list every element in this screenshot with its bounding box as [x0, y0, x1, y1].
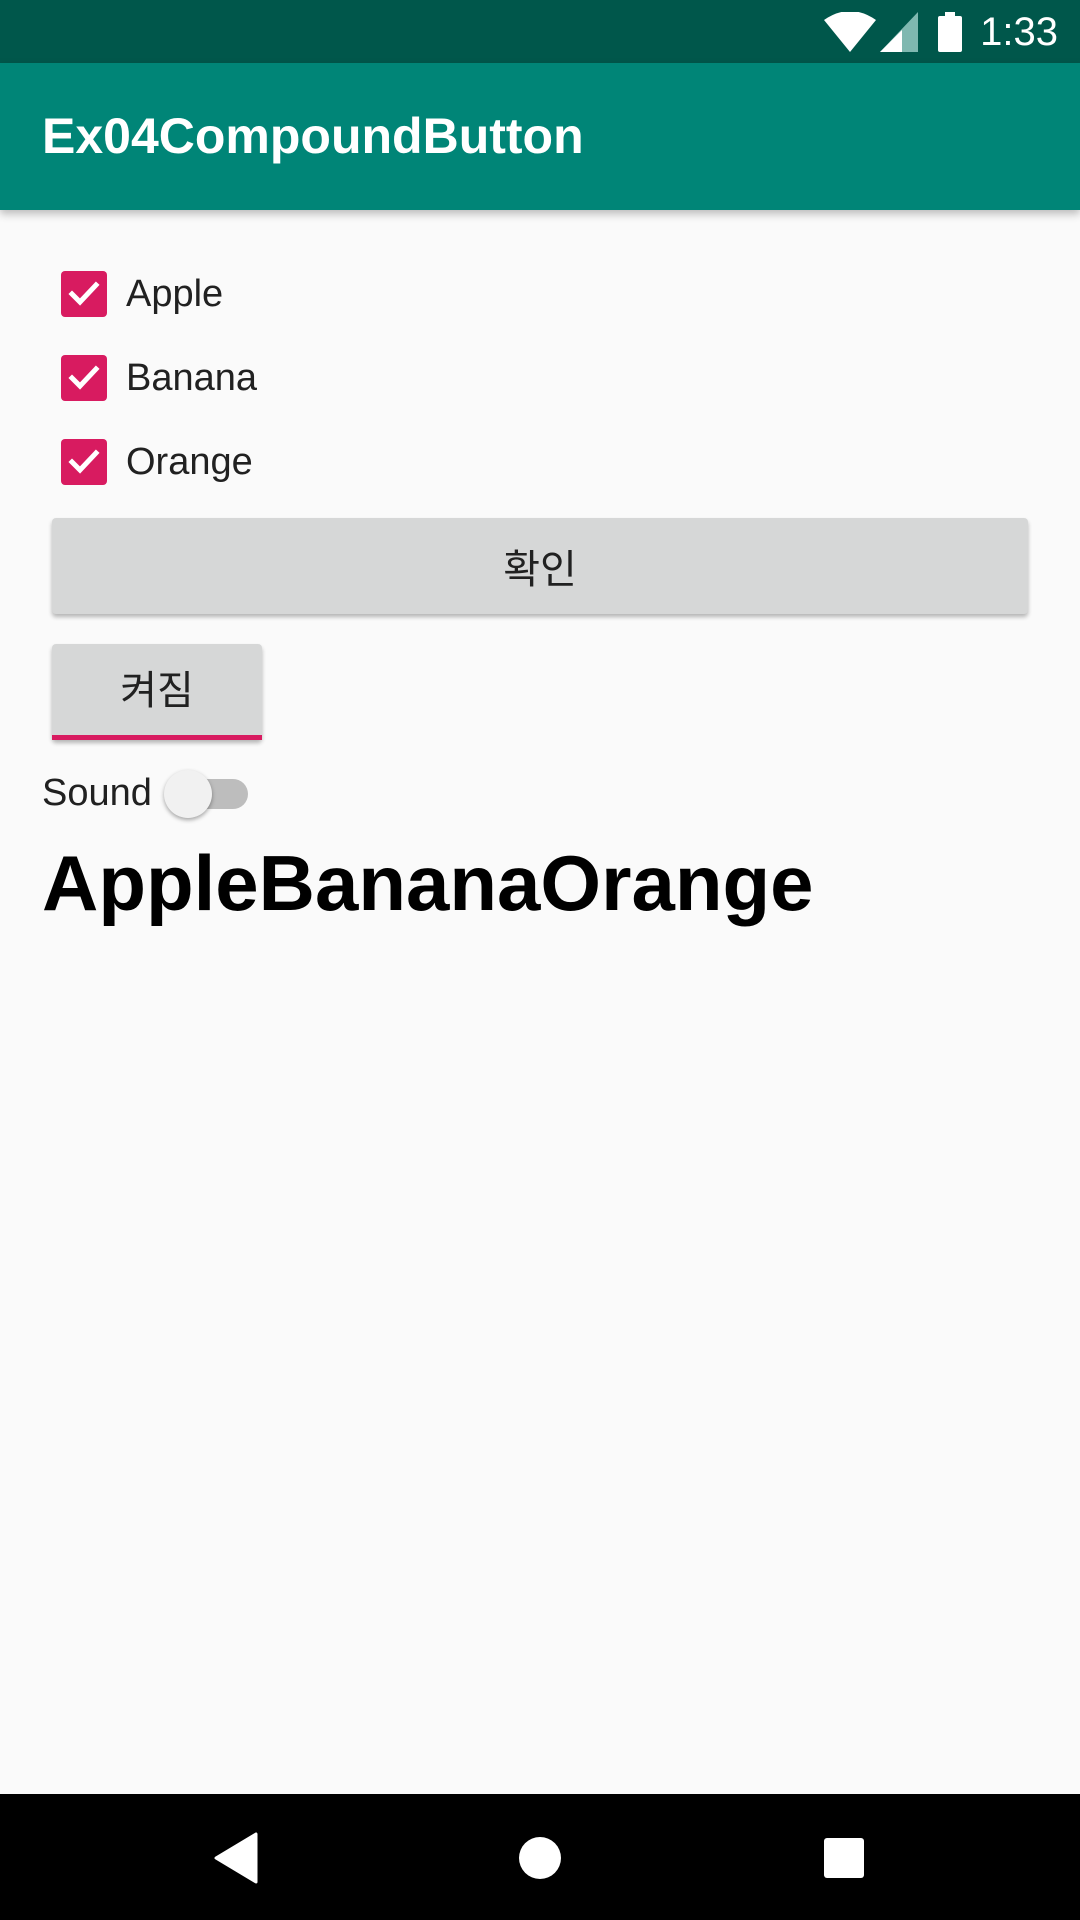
home-button[interactable]	[504, 1822, 576, 1894]
cell-signal-icon	[880, 12, 919, 52]
recents-button[interactable]	[808, 1822, 880, 1894]
check-icon	[68, 449, 100, 474]
status-bar: 1:33	[0, 0, 1080, 63]
home-icon	[519, 1837, 561, 1879]
recents-icon	[824, 1838, 864, 1878]
check-icon	[68, 365, 100, 390]
sound-switch-row[interactable]: Sound	[42, 760, 254, 826]
status-time: 1:33	[980, 9, 1058, 54]
wifi-icon	[824, 12, 877, 52]
nav-bar	[0, 1794, 1080, 1920]
app-bar: Ex04CompoundButton	[0, 63, 1080, 210]
check-icon	[68, 281, 100, 306]
status-icons: 1:33	[824, 8, 1058, 56]
checkbox-orange-label: Orange	[126, 440, 253, 483]
toggle-button-label: 켜짐	[120, 668, 194, 714]
toggle-button[interactable]: 켜짐	[52, 644, 262, 740]
confirm-button[interactable]: 확인	[52, 518, 1028, 614]
checkbox-apple-label: Apple	[126, 272, 224, 315]
toggle-indicator	[52, 735, 262, 740]
app-title: Ex04CompoundButton	[42, 108, 584, 164]
sound-switch-label: Sound	[42, 771, 152, 814]
checkbox-banana-label: Banana	[126, 356, 258, 399]
switch-thumb[interactable]	[163, 770, 212, 818]
result-text: AppleBananaOrange	[42, 839, 814, 927]
battery-icon	[938, 12, 963, 52]
checkbox-banana-box[interactable]	[42, 336, 126, 420]
checkbox-banana[interactable]: Banana	[42, 336, 257, 420]
sound-switch[interactable]	[163, 763, 254, 823]
back-icon	[214, 1832, 258, 1884]
back-button[interactable]	[200, 1822, 272, 1894]
checkbox-apple-box[interactable]	[42, 252, 126, 336]
checkbox-orange-box[interactable]	[42, 420, 126, 504]
checkbox-orange[interactable]: Orange	[42, 420, 253, 504]
checkbox-apple[interactable]: Apple	[42, 252, 223, 336]
